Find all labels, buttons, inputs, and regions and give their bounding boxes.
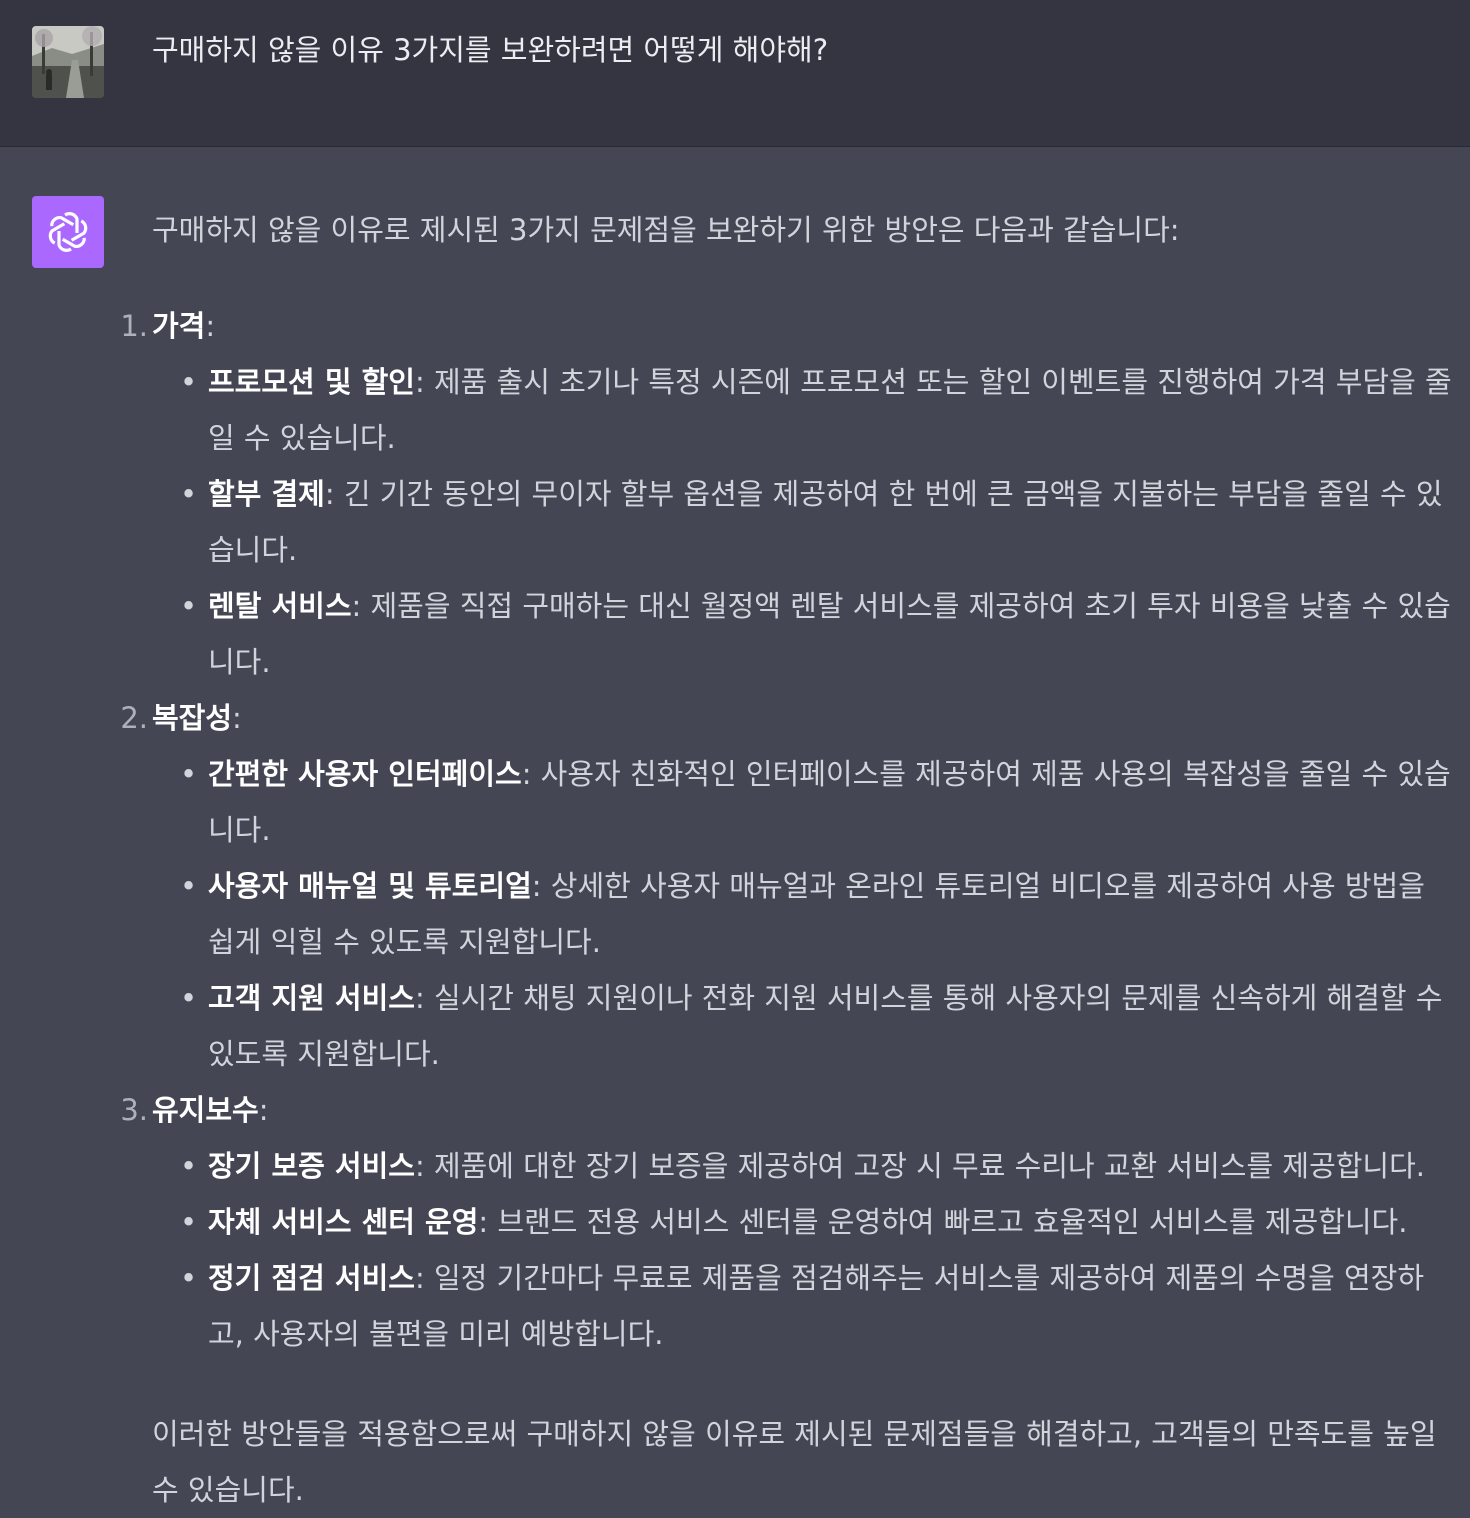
user-message-row: 구매하지 않을 이유 3가지를 보완하려면 어떻게 해야해?: [0, 0, 1470, 147]
user-photo-avatar-icon: [32, 26, 104, 98]
bullet-list: • 간편한 사용자 인터페이스: 사용자 친화적인 인터페이스를 제공하여 제품 …: [152, 746, 1452, 1082]
section-price: 1. 가격: • 프로모션 및 할인: 제품 출시 초기나 특정 시즌에 프로모션…: [120, 298, 1452, 690]
list-item: • 사용자 매뉴얼 및 튜토리얼: 상세한 사용자 매뉴얼과 온라인 튜토리얼 비…: [180, 869, 1425, 959]
section-heading: 유지보수: [152, 1093, 259, 1127]
section-heading: 복잡성: [152, 701, 233, 735]
list-item: • 고객 지원 서비스: 실시간 채팅 지원이나 전화 지원 서비스를 통해 사용…: [180, 981, 1443, 1071]
assistant-avatar: [32, 196, 104, 268]
openai-logo-icon: [48, 212, 88, 252]
assistant-message-content: 구매하지 않을 이유로 제시된 3가지 문제점을 보완하기 위한 방안은 다음과…: [120, 202, 1452, 1518]
assistant-intro: 구매하지 않을 이유로 제시된 3가지 문제점을 보완하기 위한 방안은 다음과…: [152, 213, 1180, 247]
section-complexity: 2. 복잡성: • 간편한 사용자 인터페이스: 사용자 친화적인 인터페이스를 …: [120, 690, 1452, 1082]
section-maintenance: 3. 유지보수: • 장기 보증 서비스: 제품에 대한 장기 보증을 제공하여 …: [120, 1082, 1452, 1362]
section-number: 3.: [120, 1093, 148, 1127]
user-message-text: 구매하지 않을 이유 3가지를 보완하려면 어떻게 해야해?: [152, 33, 829, 67]
list-item: • 장기 보증 서비스: 제품에 대한 장기 보증을 제공하여 고장 시 무료 수…: [180, 1149, 1426, 1183]
section-number: 2.: [120, 701, 148, 735]
list-item: • 렌탈 서비스: 제품을 직접 구매하는 대신 월정액 렌탈 서비스를 제공하여…: [180, 589, 1451, 679]
assistant-conclusion: 이러한 방안들을 적용함으로써 구매하지 않을 이유로 제시된 문제점들을 해결…: [152, 1417, 1437, 1507]
list-item: • 할부 결제: 긴 기간 동안의 무이자 할부 옵션을 제공하여 한 번에 큰 …: [180, 477, 1443, 567]
section-number: 1.: [120, 309, 148, 343]
bullet-list: • 장기 보증 서비스: 제품에 대한 장기 보증을 제공하여 고장 시 무료 수…: [152, 1138, 1452, 1362]
list-item: • 간편한 사용자 인터페이스: 사용자 친화적인 인터페이스를 제공하여 제품 …: [180, 757, 1451, 847]
bullet-list: • 프로모션 및 할인: 제품 출시 초기나 특정 시즌에 프로모션 또는 할인 …: [152, 354, 1452, 690]
assistant-message-row: 구매하지 않을 이유로 제시된 3가지 문제점을 보완하기 위한 방안은 다음과…: [0, 148, 1470, 1507]
section-heading: 가격: [152, 309, 206, 343]
list-item: • 자체 서비스 센터 운영: 브랜드 전용 서비스 센터를 운영하여 빠르고 효…: [180, 1205, 1408, 1239]
user-avatar: [32, 26, 104, 98]
list-item: • 정기 점검 서비스: 일정 기간마다 무료로 제품을 점검해주는 서비스를 제…: [180, 1261, 1425, 1351]
list-item: • 프로모션 및 할인: 제품 출시 초기나 특정 시즌에 프로모션 또는 할인 …: [180, 365, 1452, 455]
